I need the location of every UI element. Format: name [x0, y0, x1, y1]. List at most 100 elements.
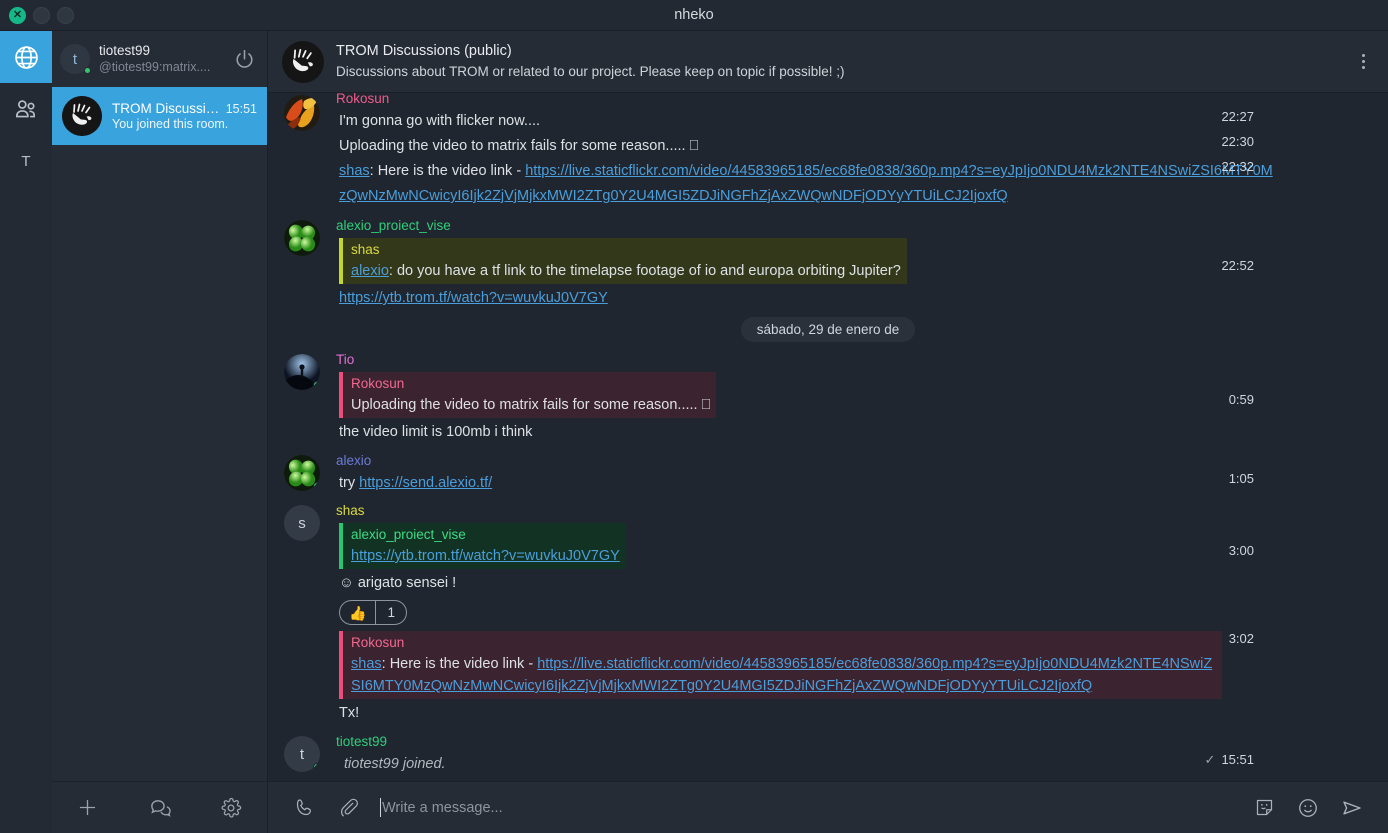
globe-icon — [14, 45, 38, 69]
message-text: : Here is the video link - — [369, 163, 526, 179]
quoted-message[interactable]: Rokosun Uploading the video to matrix fa… — [339, 372, 717, 418]
quote-sender: shas — [351, 242, 380, 257]
message-timestamp: 22:30 — [1221, 134, 1254, 149]
message-text: Tx! — [339, 705, 360, 721]
quote-text: Uploading the video to matrix fails for … — [351, 397, 711, 413]
message-composer: Write a message... — [268, 781, 1388, 833]
trom-hand-logo-icon — [62, 96, 102, 136]
reaction-count: 1 — [387, 605, 395, 620]
presence-dot-online — [313, 482, 320, 490]
attach-file-button[interactable] — [326, 788, 370, 828]
quoted-message[interactable]: shas alexio: do you have a tf link to th… — [339, 238, 907, 284]
user-avatar-letter: t — [72, 50, 78, 68]
quoted-message[interactable]: alexio_proiect_vise https://ytb.trom.tf/… — [339, 523, 626, 569]
reaction-pill[interactable]: 👍 1 — [339, 600, 407, 625]
message-input[interactable]: Write a message... — [370, 798, 1242, 817]
timestamp-value: 15:51 — [1221, 752, 1254, 767]
message-content: Tio Rokosun Uploading the video to matri… — [336, 350, 1388, 445]
send-icon — [1343, 801, 1361, 814]
avatar[interactable] — [284, 220, 320, 256]
paperclip-icon — [340, 798, 358, 817]
room-list-item[interactable]: TROM Discussion... 15:51 You joined this… — [52, 87, 267, 145]
quote-text: : do you have a tf link to the timelapse… — [388, 263, 901, 279]
ytb-url-link[interactable]: https://ytb.trom.tf/watch?v=wuvkuJ0V7GY — [351, 548, 620, 564]
room-list-footer — [52, 781, 267, 833]
message-content: alexio try https://send.alexio.tf/ 1:05 — [336, 451, 1388, 496]
avatar-letter: t — [299, 745, 305, 763]
message-content: Rokosun I'm gonna go with flicker now...… — [336, 93, 1388, 209]
leaves-avatar-icon — [284, 95, 320, 131]
add-room-button[interactable] — [68, 791, 108, 825]
room-avatar-large[interactable] — [282, 40, 324, 83]
main-body: T t tiotest99 @tiotest99:matrix.... TROM… — [0, 31, 1388, 833]
message-timestamp: 22:27 — [1221, 109, 1254, 124]
avatar[interactable]: t — [60, 44, 91, 74]
send-url-link[interactable]: https://send.alexio.tf/ — [359, 475, 492, 491]
message-group: Rokosun I'm gonna go with flicker now...… — [268, 93, 1388, 209]
message-sender: tiotest99 — [336, 734, 388, 749]
room-topic: Discussions about TROM or related to our… — [336, 64, 845, 79]
logout-button[interactable] — [231, 46, 257, 72]
message-timestamp: 22:32 — [1221, 159, 1254, 174]
sidebar-item-all-rooms[interactable] — [0, 31, 52, 83]
thumbs-up-icon: 👍 — [349, 604, 367, 621]
message-timeline[interactable]: Rokosun I'm gonna go with flicker now...… — [268, 93, 1388, 781]
message-sender: Tio — [336, 352, 355, 367]
room-last-activity-time: 15:51 — [225, 102, 257, 116]
kebab-menu-icon — [1361, 54, 1365, 57]
settings-button[interactable] — [211, 791, 251, 825]
reactions-row: 👍 1 — [336, 596, 1278, 627]
avatar[interactable] — [284, 455, 320, 491]
message-group: Tio Rokosun Uploading the video to matri… — [268, 350, 1388, 445]
people-icon — [15, 99, 35, 117]
presence-dot-online — [313, 381, 320, 389]
sticker-button[interactable] — [1242, 788, 1286, 828]
message-text: ☺ arigato sensei ! — [339, 575, 457, 591]
message-sender: alexio_proiect_vise — [336, 218, 451, 233]
sidebar-item-space-t[interactable]: T — [0, 135, 52, 187]
page-title: TROM Discussions (public) — [336, 43, 512, 59]
close-window-button[interactable]: ✕ — [9, 6, 26, 24]
quoted-message[interactable]: Rokosun shas: Here is the video link - h… — [339, 631, 1222, 699]
message-timestamp: 22:52 — [1221, 258, 1254, 273]
message-text: Uploading the video to matrix fails for … — [339, 138, 699, 154]
message-timestamp: 3:02 — [1228, 631, 1254, 646]
avatar-letter: s — [298, 514, 306, 532]
user-id: @tiotest99:matrix.... — [99, 60, 211, 74]
message-sender: Rokosun — [336, 93, 390, 106]
minimize-window-button[interactable] — [33, 6, 50, 24]
message-timestamp: 0:59 — [1228, 392, 1254, 407]
avatar[interactable]: s — [284, 505, 320, 541]
message-group: s shas alexio_proiect_vise https://ytb.t… — [268, 501, 1388, 726]
close-icon: ✕ — [12, 8, 23, 21]
pill-link-shas[interactable]: shas — [351, 656, 382, 672]
maximize-window-button[interactable] — [57, 6, 74, 24]
message-sender: alexio — [336, 453, 372, 468]
emoji-icon — [1299, 798, 1317, 817]
message-content: tiotest99 tiotest99 joined. ✓ 15:51 — [336, 732, 1388, 777]
start-chat-button[interactable] — [139, 791, 179, 825]
ytb-url-link[interactable]: https://ytb.trom.tf/watch?v=wuvkuJ0V7GY — [339, 290, 608, 306]
clover-avatar-icon — [284, 220, 320, 256]
sidebar-item-direct-chats[interactable] — [0, 83, 52, 135]
user-display-name: tiotest99 — [99, 43, 151, 58]
emoji-button[interactable] — [1286, 788, 1330, 828]
message-timestamp: ✓ 15:51 — [1205, 752, 1254, 768]
avatar[interactable]: t — [284, 736, 320, 772]
user-info: tiotest99 @tiotest99:matrix.... — [99, 43, 222, 75]
pill-link-shas[interactable]: shas — [339, 163, 370, 179]
send-button[interactable] — [1330, 788, 1374, 828]
trom-hand-logo-icon — [282, 40, 324, 83]
quote-sender: Rokosun — [351, 376, 405, 391]
avatar[interactable] — [284, 354, 320, 390]
avatar[interactable] — [284, 95, 320, 131]
call-button[interactable] — [282, 788, 326, 828]
room-options-button[interactable] — [1350, 45, 1376, 79]
avatar-column — [268, 93, 336, 209]
chat-bubbles-icon — [151, 800, 171, 817]
avatar-column — [268, 350, 336, 445]
message-content: shas alexio_proiect_vise https://ytb.tro… — [336, 501, 1388, 726]
message-input-placeholder: Write a message... — [382, 799, 503, 816]
avatar-column — [268, 216, 336, 311]
pill-link-alexio[interactable]: alexio — [351, 263, 389, 279]
